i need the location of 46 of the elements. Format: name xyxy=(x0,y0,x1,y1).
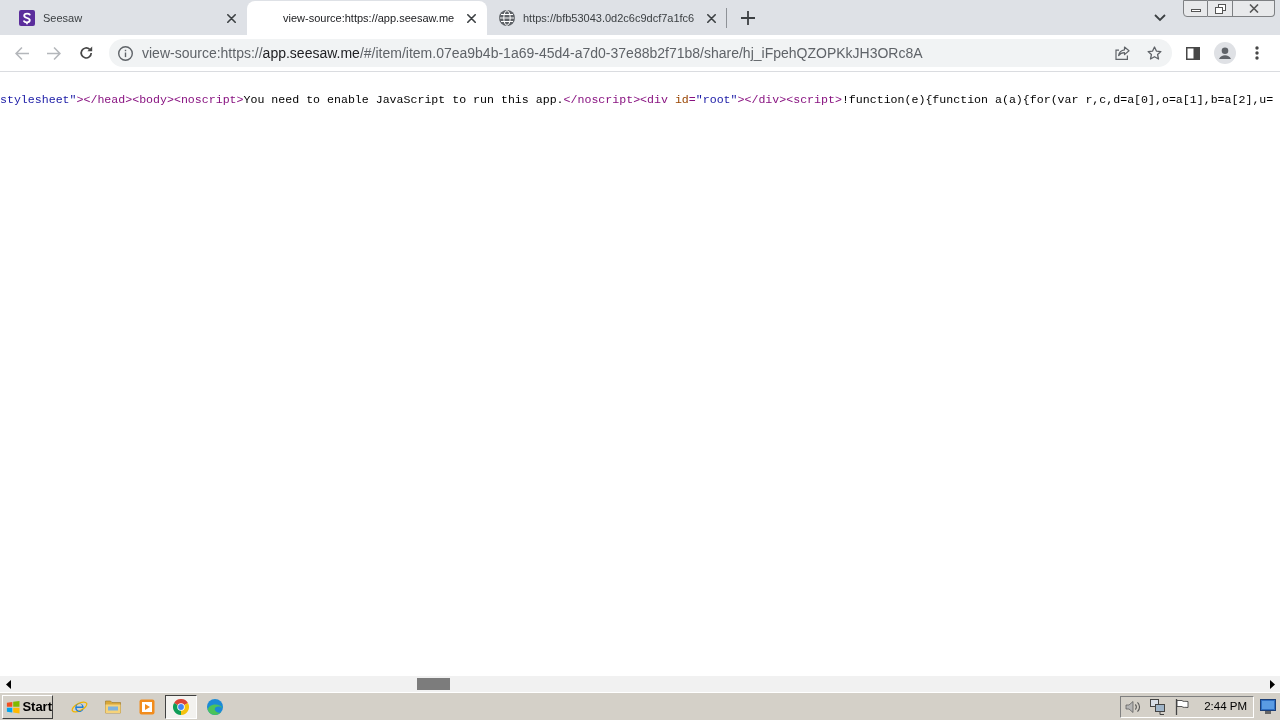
caret-left-icon xyxy=(5,679,11,689)
source-code-line: stylesheet"></head><body><noscript>You need to enable JavaScript to run this app.</noscript><div id="root"></div><script>!function(e){function a(a){for(var r,c,d=a[0],o=a[1],b=a[2],u= xyxy=(0,93,1274,107)
profile-button[interactable] xyxy=(1211,39,1239,67)
close-icon xyxy=(1248,4,1259,13)
clock-time[interactable]: 2:44 PM xyxy=(1204,697,1247,716)
reload-icon xyxy=(79,46,93,60)
share-icon xyxy=(1114,46,1130,60)
more-vertical-icon xyxy=(1255,46,1259,60)
back-arrow-icon xyxy=(15,46,29,60)
star-icon xyxy=(1146,45,1162,61)
swirl-icon xyxy=(207,698,223,715)
show-desktop-button[interactable] xyxy=(1260,698,1276,715)
monitor-icon xyxy=(1260,699,1276,714)
restore-button[interactable] xyxy=(1208,0,1233,17)
flag-icon[interactable] xyxy=(1175,698,1190,715)
minimize-icon xyxy=(1190,9,1201,12)
forward-arrow-icon xyxy=(47,46,61,60)
close-window-button[interactable] xyxy=(1233,0,1275,17)
browser-tab[interactable]: view-source:https://app.seesaw.me xyxy=(247,1,487,35)
browser-button[interactable] xyxy=(165,694,197,719)
avatar-icon xyxy=(1214,42,1236,64)
play-icon xyxy=(139,698,155,715)
globe-icon xyxy=(499,10,515,26)
scrollbar-thumb[interactable] xyxy=(417,678,450,690)
close-icon xyxy=(226,13,236,23)
start-button[interactable]: Start xyxy=(2,694,53,719)
windows-logo-icon xyxy=(6,698,21,715)
browser-tab[interactable]: Seesaw xyxy=(7,1,247,35)
caret-right-icon xyxy=(1269,679,1275,689)
close-icon xyxy=(466,13,476,23)
e-logo-icon xyxy=(70,698,88,715)
address-bar[interactable]: view-source:https://app.seesaw.me/#/item/item.07ea9b4b-1a69-45d4-a7d0-37e88b2f71b8/share/hj_iFpehQZOPKkJH3ORc8A xyxy=(109,39,1172,67)
volume-icon[interactable] xyxy=(1125,698,1142,715)
logo-icon xyxy=(19,10,35,26)
browser-tab[interactable]: https://bfb53043.0d2c6c9dcf7a1fc6 xyxy=(487,1,727,35)
close-icon xyxy=(706,13,716,23)
restore-icon xyxy=(1214,3,1226,14)
plus-icon xyxy=(741,10,755,25)
horizontal-scrollbar[interactable] xyxy=(0,676,1280,692)
side-panel-icon xyxy=(1186,46,1200,60)
folder-icon xyxy=(105,699,121,714)
minimize-button[interactable] xyxy=(1183,0,1208,17)
chevron-down-icon xyxy=(1154,13,1166,22)
network-icon[interactable] xyxy=(1149,698,1166,715)
browser-icon xyxy=(173,698,189,715)
info-icon[interactable] xyxy=(118,45,133,61)
